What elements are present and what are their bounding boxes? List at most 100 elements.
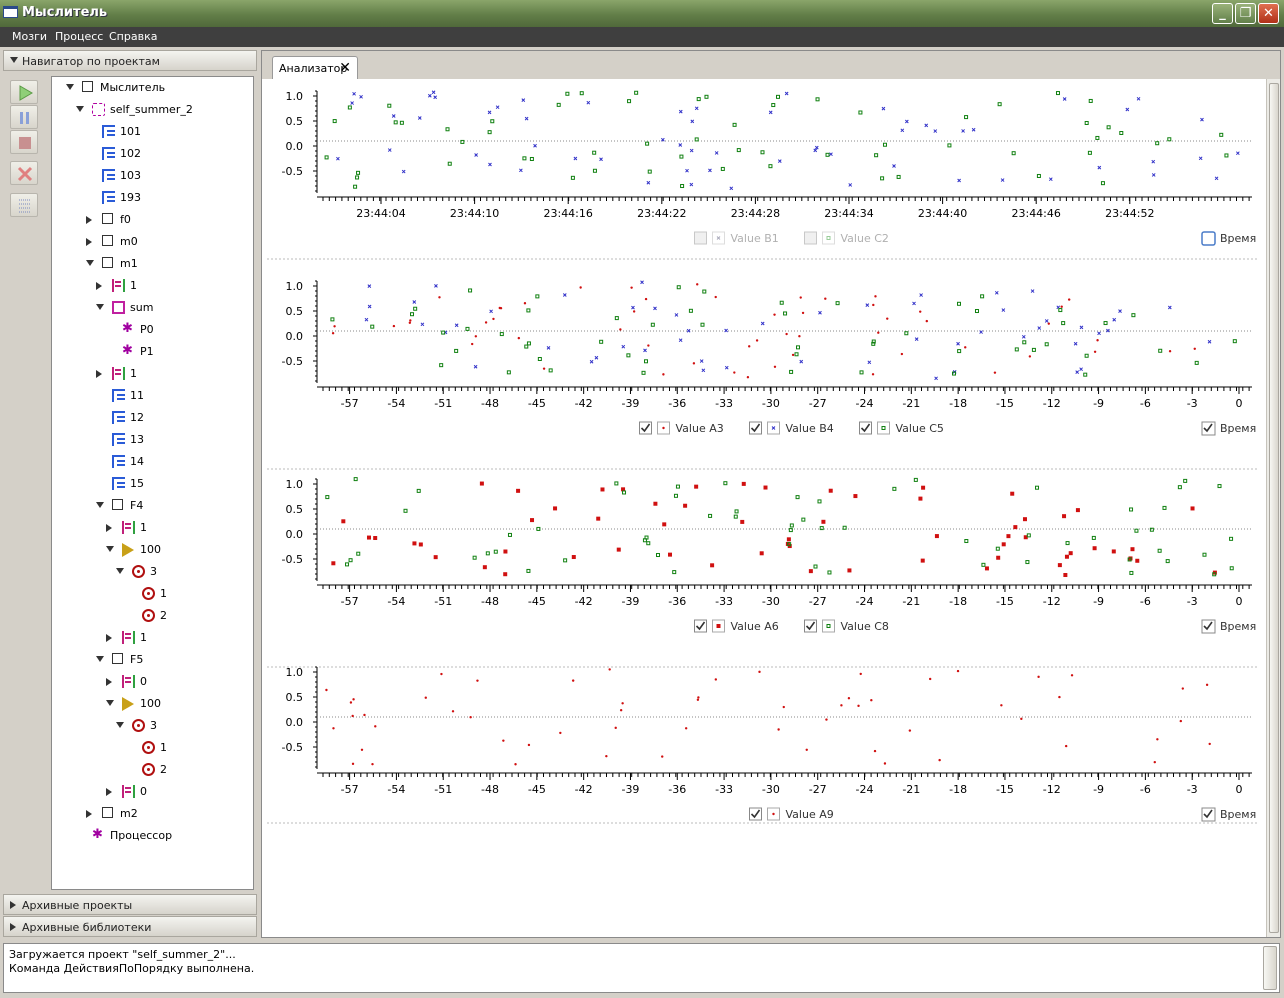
tree-node[interactable]: 102 xyxy=(52,143,252,165)
navigator-header[interactable]: Навигатор по проектам xyxy=(3,50,257,71)
tab-analyzer[interactable]: Анализатор ✕ xyxy=(272,56,358,79)
data-point xyxy=(771,103,776,108)
data-point xyxy=(900,128,905,133)
data-point xyxy=(1217,484,1222,489)
tree-node[interactable]: 2 xyxy=(52,759,252,781)
data-point xyxy=(353,477,358,482)
tree-node[interactable]: 101 xyxy=(52,121,252,143)
menu-brains[interactable]: Мозги xyxy=(12,30,47,43)
chevron-down-icon[interactable] xyxy=(116,568,124,574)
chevron-right-icon[interactable] xyxy=(106,788,112,796)
maximize-button[interactable]: ❐ xyxy=(1235,3,1256,24)
legend-checkbox[interactable] xyxy=(804,619,817,633)
tree-node[interactable]: 1 xyxy=(52,363,252,385)
x-tick-label: -42 xyxy=(575,595,593,608)
tree-node[interactable]: 13 xyxy=(52,429,252,451)
tree-node[interactable]: m0 xyxy=(52,231,252,253)
chevron-down-icon[interactable] xyxy=(106,546,114,552)
legend-checkbox[interactable] xyxy=(804,231,817,245)
chevron-down-icon[interactable] xyxy=(76,106,84,112)
chevron-down-icon[interactable] xyxy=(96,502,104,508)
chevron-right-icon[interactable] xyxy=(106,524,112,532)
console-scrollbar[interactable] xyxy=(1263,946,1277,990)
data-point xyxy=(840,704,843,707)
tree-node[interactable]: self_summer_2 xyxy=(52,99,252,121)
play-button[interactable] xyxy=(10,80,38,104)
legend-checkbox[interactable] xyxy=(694,619,707,633)
minimize-button[interactable]: _ xyxy=(1212,3,1233,24)
tree-node[interactable]: sum xyxy=(52,297,252,319)
tree-node[interactable]: 14 xyxy=(52,451,252,473)
chevron-down-icon[interactable] xyxy=(66,84,74,90)
tree-node[interactable]: m2 xyxy=(52,803,252,825)
legend-checkbox[interactable] xyxy=(694,231,707,245)
tree-node[interactable]: 2 xyxy=(52,605,252,627)
tree-node[interactable]: ✱ Процессор xyxy=(52,825,252,847)
chevron-right-icon[interactable] xyxy=(96,370,102,378)
tree-node[interactable]: Мыслитель xyxy=(52,77,252,99)
y-tick-label: 0.0 xyxy=(286,140,304,153)
data-point xyxy=(1061,321,1066,326)
data-point xyxy=(720,166,725,171)
delete-button[interactable] xyxy=(10,161,38,185)
tree-node[interactable]: m1 xyxy=(52,253,252,275)
time-checkbox[interactable] xyxy=(1201,231,1216,246)
tree-node[interactable]: ✱ P1 xyxy=(52,341,252,363)
legend-checkbox[interactable] xyxy=(639,421,652,435)
tree-node[interactable]: 3 xyxy=(52,561,252,583)
tree-node-label: 15 xyxy=(130,477,144,490)
chevron-down-icon[interactable] xyxy=(116,722,124,728)
chevron-right-icon[interactable] xyxy=(86,810,92,818)
chevron-right-icon[interactable] xyxy=(106,678,112,686)
tree-node[interactable]: F5 xyxy=(52,649,252,671)
tree-node[interactable]: f0 xyxy=(52,209,252,231)
x-tick-label: -51 xyxy=(434,595,452,608)
tree-node[interactable]: 0 xyxy=(52,781,252,803)
list-button[interactable] xyxy=(10,193,38,217)
tree-node[interactable]: 11 xyxy=(52,385,252,407)
tree-node[interactable]: 100 xyxy=(52,539,252,561)
project-tree[interactable]: Мыслитель self_summer_2 101 102 103 193 f0 m0 m1… xyxy=(51,76,254,890)
archive-libraries-header[interactable]: Архивные библиотеки xyxy=(3,916,257,937)
data-point xyxy=(653,501,658,506)
data-point xyxy=(1193,347,1196,350)
tree-node[interactable]: 3 xyxy=(52,715,252,737)
tree-node[interactable]: 1 xyxy=(52,583,252,605)
scroll-thumb[interactable] xyxy=(1269,83,1279,933)
chevron-right-icon[interactable] xyxy=(96,282,102,290)
tab-close-icon[interactable]: ✕ xyxy=(339,60,351,76)
legend-checkbox[interactable] xyxy=(859,421,872,435)
chevron-down-icon[interactable] xyxy=(86,260,94,266)
tree-node[interactable]: 100 xyxy=(52,693,252,715)
close-window-button[interactable]: ✕ xyxy=(1258,3,1279,24)
chevron-right-icon[interactable] xyxy=(86,216,92,224)
tree-node[interactable]: F4 xyxy=(52,495,252,517)
vertical-scrollbar[interactable] xyxy=(1266,79,1280,937)
tree-node[interactable]: 193 xyxy=(52,187,252,209)
legend-checkbox[interactable] xyxy=(749,807,762,821)
chevron-down-icon[interactable] xyxy=(96,656,104,662)
tree-node[interactable]: 0 xyxy=(52,671,252,693)
chevron-right-icon[interactable] xyxy=(106,634,112,642)
tree-node[interactable]: 1 xyxy=(52,627,252,649)
tree-node[interactable]: 1 xyxy=(52,275,252,297)
x-tick-label: -18 xyxy=(949,595,967,608)
menu-process[interactable]: Процесс xyxy=(55,30,103,43)
tree-node[interactable]: 12 xyxy=(52,407,252,429)
tree-node[interactable]: 1 xyxy=(52,517,252,539)
chevron-right-icon[interactable] xyxy=(86,238,92,246)
stop-button[interactable] xyxy=(10,130,38,154)
data-point xyxy=(696,283,699,286)
tree-node[interactable]: 15 xyxy=(52,473,252,495)
chevron-down-icon[interactable] xyxy=(106,700,114,706)
archive-projects-header[interactable]: Архивные проекты xyxy=(3,894,257,915)
legend-checkbox[interactable] xyxy=(749,421,762,435)
pause-button[interactable] xyxy=(10,105,38,129)
data-point xyxy=(490,119,495,124)
tree-node[interactable]: 1 xyxy=(52,737,252,759)
menu-help[interactable]: Справка xyxy=(109,30,157,43)
data-point xyxy=(871,339,876,344)
tree-node[interactable]: ✱ P0 xyxy=(52,319,252,341)
tree-node[interactable]: 103 xyxy=(52,165,252,187)
chevron-down-icon[interactable] xyxy=(96,304,104,310)
